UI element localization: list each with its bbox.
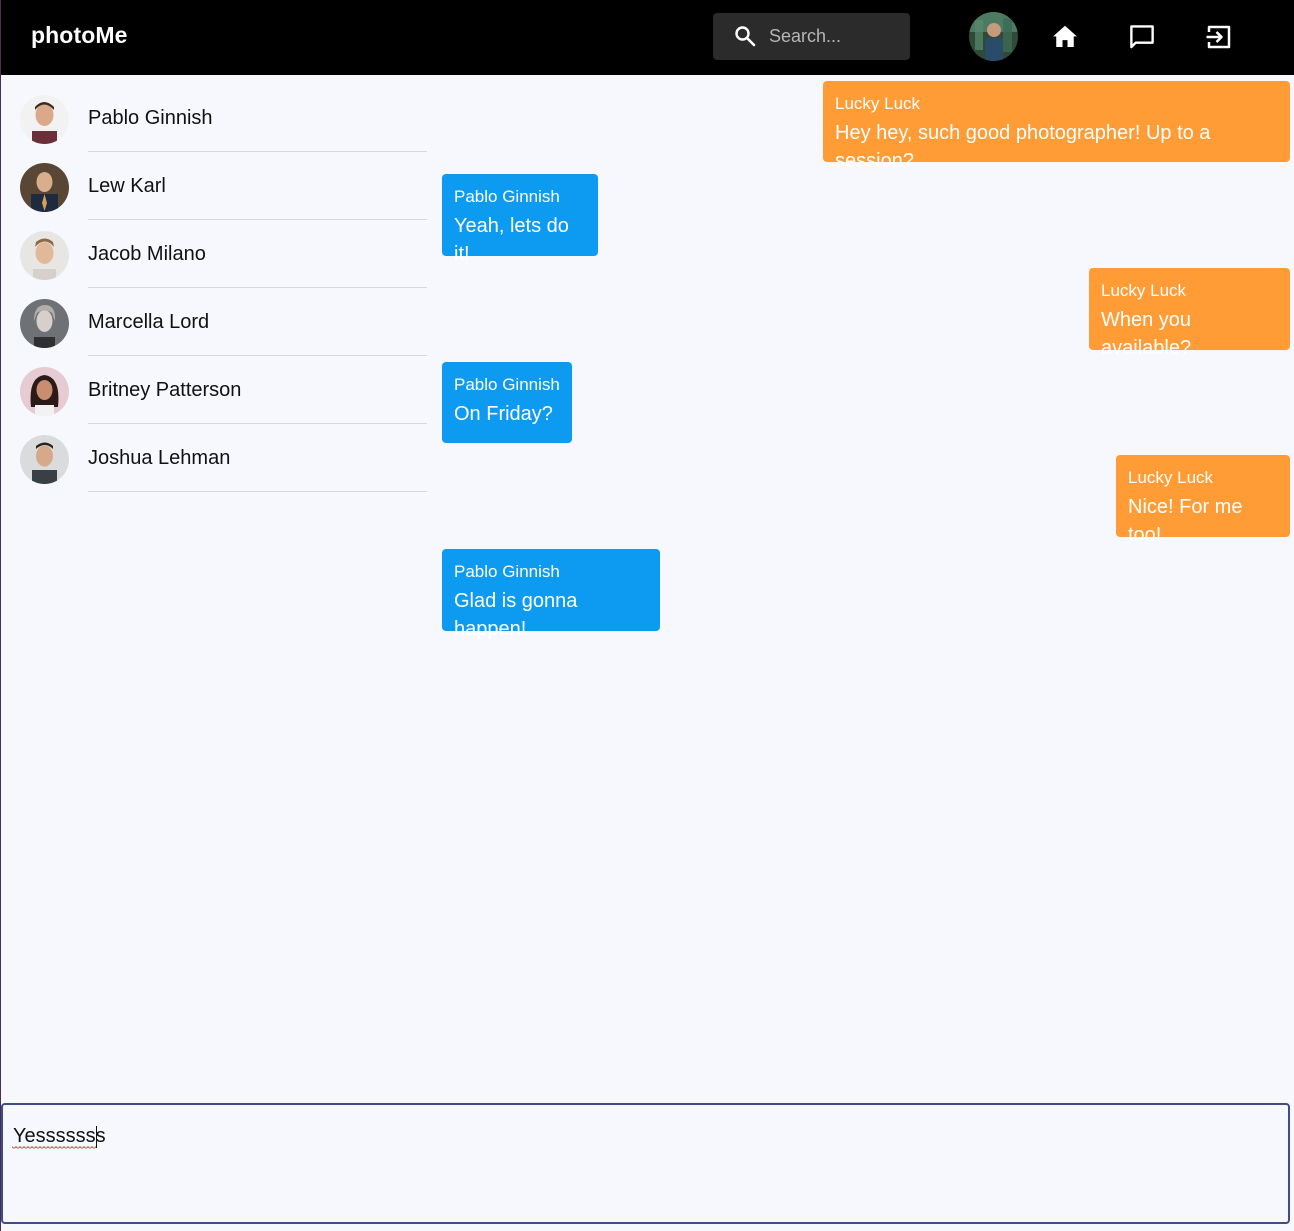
- message-input[interactable]: Yesssssss: [13, 1125, 1273, 1215]
- contact-item[interactable]: Britney Patterson: [1, 356, 431, 424]
- message-bubble-received: Pablo Ginnish On Friday?: [442, 362, 572, 443]
- message-compose-box: Yesssssss: [1, 1103, 1290, 1224]
- message-bubble-received: Pablo Ginnish Yeah, lets do it!: [442, 174, 598, 265]
- contact-name: Britney Patterson: [88, 379, 242, 401]
- message-text: When you available?: [1101, 309, 1192, 359]
- search-box[interactable]: [713, 13, 910, 60]
- message-sender: Lucky Luck: [1101, 281, 1187, 300]
- message-bubble-sent: Lucky Luck Nice! For me too!: [1116, 455, 1290, 546]
- message-bubble-sent: Lucky Luck When you available?: [1089, 268, 1290, 359]
- chat-icon[interactable]: [1127, 22, 1157, 52]
- contact-name: Marcella Lord: [88, 311, 210, 333]
- message-sender: Lucky Luck: [1128, 468, 1214, 487]
- text-caret: [96, 1126, 97, 1148]
- search-input[interactable]: [769, 22, 901, 50]
- contact-item[interactable]: Pablo Ginnish: [1, 84, 431, 152]
- home-icon[interactable]: [1050, 22, 1080, 52]
- contact-avatar: [20, 95, 69, 144]
- contact-avatar: [20, 367, 69, 416]
- contact-avatar: [20, 435, 69, 484]
- message-sender: Pablo Ginnish: [454, 187, 560, 206]
- message-text: On Friday?: [454, 403, 553, 425]
- message-bubble-sent: Lucky Luck Hey hey, such good photograph…: [823, 81, 1290, 172]
- contact-avatar: [20, 299, 69, 348]
- spellcheck-underline: [12, 1146, 96, 1150]
- message-text: Yeah, lets do it!: [454, 215, 569, 265]
- contact-list: Pablo Ginnish Lew Karl Jacob Milano Marc…: [1, 84, 431, 492]
- message-bubble-received: Pablo Ginnish Glad is gonna happen!: [442, 549, 660, 640]
- message-text: Nice! For me too!: [1128, 496, 1243, 546]
- message-sender: Pablo Ginnish: [454, 375, 560, 394]
- contact-item[interactable]: Jacob Milano: [1, 220, 431, 288]
- divider: [88, 491, 427, 492]
- contact-item[interactable]: Marcella Lord: [1, 288, 431, 356]
- contact-avatar: [20, 231, 69, 280]
- contact-item[interactable]: Lew Karl: [1, 152, 431, 220]
- message-text: Hey hey, such good photographer! Up to a…: [835, 122, 1211, 172]
- message-text: Glad is gonna happen!: [454, 590, 578, 640]
- contact-name: Pablo Ginnish: [88, 107, 213, 129]
- search-icon: [735, 26, 756, 47]
- logout-icon[interactable]: [1204, 22, 1234, 52]
- contact-avatar: [20, 163, 69, 212]
- contact-name: Joshua Lehman: [88, 447, 231, 469]
- message-sender: Lucky Luck: [835, 94, 921, 113]
- contact-item[interactable]: Joshua Lehman: [1, 424, 431, 492]
- contact-name: Jacob Milano: [88, 243, 206, 265]
- message-sender: Pablo Ginnish: [454, 562, 560, 581]
- user-avatar[interactable]: [969, 12, 1018, 61]
- brand-logo[interactable]: photoMe: [31, 22, 128, 49]
- top-navbar: photoMe: [1, 0, 1294, 75]
- contact-name: Lew Karl: [88, 175, 166, 197]
- chat-page: photoMe Search... Pablo Ginnish Lew Karl…: [0, 0, 1294, 1231]
